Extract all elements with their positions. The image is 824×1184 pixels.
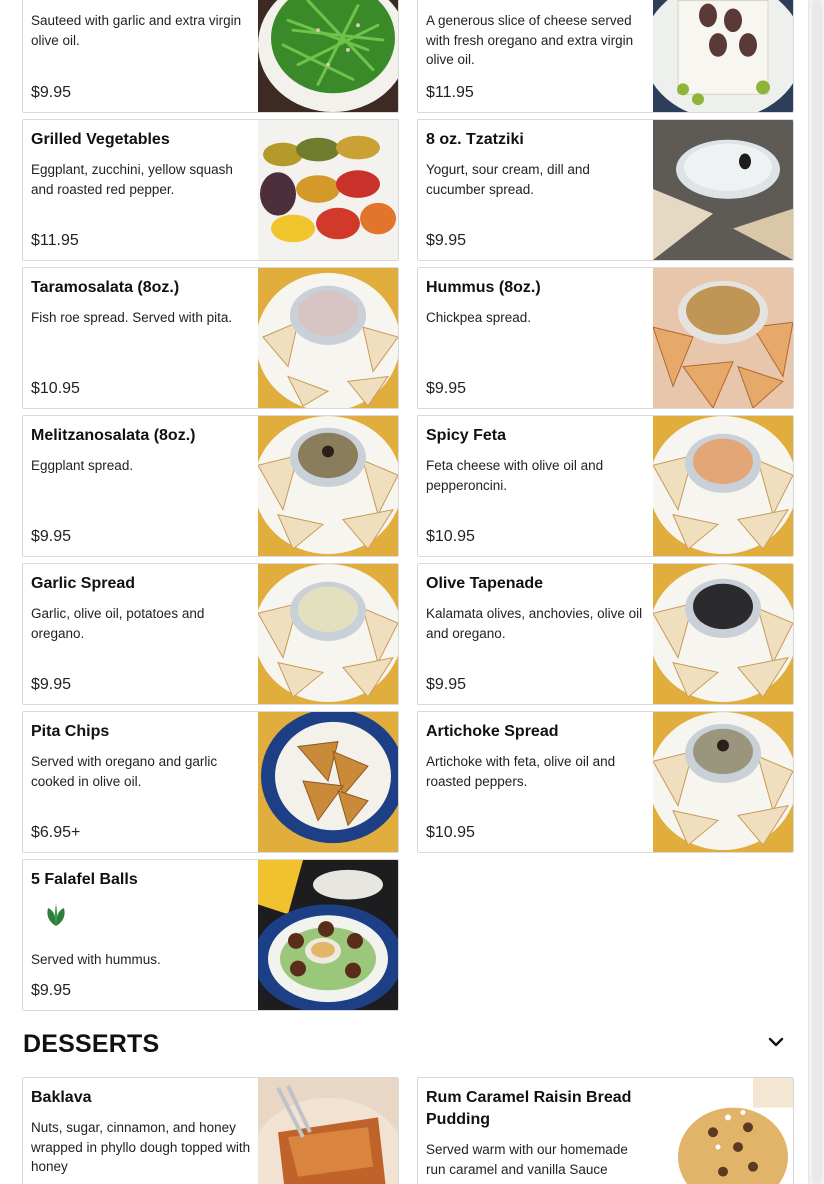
item-price: $9.95 (31, 676, 72, 693)
item-price: $11.95 (426, 84, 474, 101)
feta-cheese-photo (653, 0, 793, 112)
item-description: Artichoke with feta, olive oil and roast… (426, 754, 616, 789)
spicy-feta-photo (653, 416, 793, 556)
item-description: Sauteed with garlic and extra virgin oli… (31, 13, 242, 48)
item-price: $10.95 (31, 380, 80, 397)
menu-item-card[interactable]: Sauteed with garlic and extra virgin oli… (22, 0, 399, 113)
menu-page: Sauteed with garlic and extra virgin oli… (0, 0, 824, 1184)
menu-item-card[interactable]: Grilled Vegetables Eggplant, zucchini, y… (22, 119, 399, 261)
menu-item-card[interactable]: 8 oz. Tzatziki Yogurt, sour cream, dill … (417, 119, 794, 261)
item-name: Melitzanosalata (8oz.) (31, 427, 196, 444)
taramosalata-photo (258, 268, 398, 408)
item-description: Served with oregano and garlic cooked in… (31, 754, 218, 789)
menu-item-card[interactable]: Garlic Spread Garlic, olive oil, potatoe… (22, 563, 399, 705)
dessert-item-card[interactable]: Baklava Nuts, sugar, cinnamon, and honey… (22, 1077, 399, 1184)
menu-item-card[interactable]: Olive Tapenade Kalamata olives, anchovie… (417, 563, 794, 705)
item-description: Kalamata olives, anchovies, olive oil an… (426, 606, 643, 641)
tzatziki-photo (653, 120, 793, 260)
item-description: A generous slice of cheese served with f… (426, 13, 634, 68)
vegan-leaf-icon (43, 902, 69, 928)
artichoke-spread-photo (653, 712, 793, 852)
item-price: $10.95 (426, 528, 475, 545)
falafel-photo (258, 860, 398, 1010)
item-price: $11.95 (31, 232, 79, 249)
item-description: Garlic, olive oil, potatoes and oregano. (31, 606, 205, 641)
item-name: Spicy Feta (426, 427, 507, 444)
bread-pudding-photo (653, 1078, 793, 1184)
chevron-down-icon[interactable] (764, 1032, 788, 1052)
item-name: 5 Falafel Balls (31, 871, 138, 888)
item-name: Olive Tapenade (426, 575, 544, 592)
green-beans-photo (258, 0, 398, 112)
item-price: $9.95 (31, 528, 72, 545)
item-price: $9.95 (31, 982, 72, 999)
item-name: Pita Chips (31, 723, 110, 740)
item-price: $9.95 (426, 380, 467, 397)
menu-item-card[interactable]: Melitzanosalata (8oz.) Eggplant spread. … (22, 415, 399, 557)
page-scrollbar[interactable] (808, 0, 824, 1184)
item-description: Eggplant spread. (31, 458, 134, 473)
item-description: Served warm with our homemade run carame… (426, 1142, 628, 1177)
menu-item-card[interactable]: Hummus (8oz.) Chickpea spread. $9.95 (417, 267, 794, 409)
item-name: Hummus (8oz.) (426, 279, 541, 296)
grilled-vegetables-photo (258, 120, 398, 260)
garlic-spread-photo (258, 564, 398, 704)
olive-tapenade-photo (653, 564, 793, 704)
menu-item-card[interactable]: A generous slice of cheese served with f… (417, 0, 794, 113)
pita-chips-photo (258, 712, 398, 852)
item-description: Nuts, sugar, cinnamon, and honey wrapped… (31, 1120, 251, 1175)
item-description: Served with hummus. (31, 952, 161, 967)
menu-item-card[interactable]: Pita Chips Served with oregano and garli… (22, 711, 399, 853)
menu-item-card[interactable]: Taramosalata (8oz.) Fish roe spread. Ser… (22, 267, 399, 409)
item-description: Fish roe spread. Served with pita. (31, 310, 233, 325)
dessert-item-card[interactable]: Rum Caramel Raisin Bread Pudding Served … (417, 1077, 794, 1184)
menu-item-card[interactable]: Spicy Feta Feta cheese with olive oil an… (417, 415, 794, 557)
item-price: $9.95 (31, 84, 72, 101)
item-description: Eggplant, zucchini, yellow squash and ro… (31, 162, 233, 197)
menu-item-card[interactable]: 5 Falafel Balls Served with hummus. $9.9… (22, 859, 399, 1011)
scrollbar-thumb[interactable] (812, 0, 822, 1184)
melitzanosalata-photo (258, 416, 398, 556)
baklava-photo (258, 1078, 398, 1184)
item-price: $9.95 (426, 232, 467, 249)
item-price: $6.95+ (31, 824, 81, 841)
item-description: Chickpea spread. (426, 310, 532, 325)
item-name: Garlic Spread (31, 575, 136, 592)
item-description: Yogurt, sour cream, dill and cucumber sp… (426, 162, 590, 197)
item-name: 8 oz. Tzatziki (426, 131, 524, 148)
hummus-photo (653, 268, 793, 408)
item-name: Grilled Vegetables (31, 131, 170, 148)
item-name: Taramosalata (8oz.) (31, 279, 180, 296)
item-name: Artichoke Spread (426, 723, 559, 740)
menu-item-card[interactable]: Artichoke Spread Artichoke with feta, ol… (417, 711, 794, 853)
item-description: Feta cheese with olive oil and pepperonc… (426, 458, 604, 493)
item-price: $10.95 (426, 824, 475, 841)
item-name: Baklava (31, 1089, 92, 1106)
item-name: Rum Caramel Raisin Bread Pudding (426, 1089, 632, 1128)
section-title-desserts: DESSERTS (23, 1030, 160, 1058)
item-price: $9.95 (426, 676, 467, 693)
